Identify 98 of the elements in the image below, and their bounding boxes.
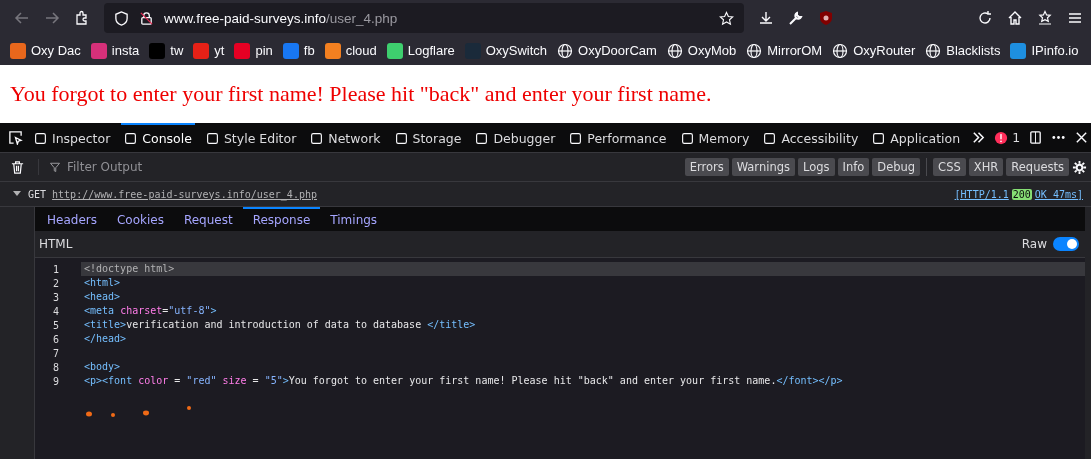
bookmark-item[interactable]: MirrorOM xyxy=(746,42,823,59)
bookmark-item[interactable]: Blacklists xyxy=(925,42,1001,59)
bookmark-item[interactable]: OxyMob xyxy=(666,42,737,59)
insecure-lock-icon xyxy=(139,10,154,26)
forward-icon[interactable] xyxy=(44,10,60,26)
devtools-tab[interactable]: Network xyxy=(307,123,384,152)
bookmark-item[interactable]: insta xyxy=(90,42,140,59)
address-bar[interactable]: www.free-paid-surveys.info/user_4.php xyxy=(104,3,744,33)
bookmark-item[interactable]: yt xyxy=(193,42,225,59)
filter-button[interactable]: Requests xyxy=(1006,158,1069,176)
raw-toggle[interactable] xyxy=(1053,237,1079,251)
home-icon[interactable] xyxy=(1007,10,1023,26)
bookmark-item[interactable]: cloud xyxy=(324,42,377,59)
back-icon[interactable] xyxy=(14,10,30,26)
request-url-link[interactable]: http://www.free-paid-surveys.info/user_4.php xyxy=(52,188,317,200)
detail-tab[interactable]: Headers xyxy=(37,207,107,231)
line-number: 9 xyxy=(51,375,59,387)
globe-icon xyxy=(746,42,763,59)
code-line: <p><font color = "red" size = "5">You forgot to enter your first name! Please hit "back" and enter your first name.</font></p> xyxy=(83,374,844,388)
devtools-tab[interactable]: Storage xyxy=(391,123,465,152)
devtools-tab[interactable]: Debugger xyxy=(472,123,559,152)
menu-icon[interactable] xyxy=(1067,10,1083,26)
http-protocol-link[interactable]: [HTTP/1.1 xyxy=(954,188,1009,200)
status-code: 200 xyxy=(1011,188,1032,200)
error-count[interactable]: 1 xyxy=(994,130,1021,145)
code-line: <body> xyxy=(83,360,122,374)
shield-icon xyxy=(114,10,129,26)
shield-extension-icon[interactable] xyxy=(818,10,834,26)
globe-icon xyxy=(925,42,942,59)
code-line: </head> xyxy=(83,332,128,346)
filter-button[interactable]: XHR xyxy=(968,158,1004,176)
square-icon xyxy=(124,132,138,145)
globe-icon xyxy=(666,42,683,59)
settings-icon[interactable] xyxy=(1072,159,1087,175)
detail-tab[interactable]: Timings xyxy=(320,207,388,231)
line-number: 5 xyxy=(51,319,59,331)
line-number: 1 xyxy=(51,263,59,275)
star-icon[interactable] xyxy=(719,10,734,26)
dock-icon[interactable] xyxy=(1028,130,1044,145)
response-type-label: HTML xyxy=(39,237,73,251)
globe-icon xyxy=(557,42,574,59)
line-number: 3 xyxy=(51,291,59,303)
code-line: <head> xyxy=(83,290,122,304)
bookmark-item[interactable]: OxySwitch xyxy=(464,42,548,59)
square-icon xyxy=(763,132,777,145)
devtools-tab[interactable]: Accessibility xyxy=(760,123,862,152)
puzzle-icon[interactable] xyxy=(74,10,90,26)
square-icon xyxy=(394,132,408,145)
bookmark-item[interactable]: IPinfo.io xyxy=(1010,42,1079,59)
square-icon xyxy=(310,132,324,145)
bookmark-item[interactable]: OxyRouter xyxy=(832,42,916,59)
request-method: GET xyxy=(28,188,47,200)
code-line: <html> xyxy=(83,276,122,290)
error-message: You forgot to enter your first name! Please hit "back" and enter your first name. xyxy=(10,81,712,107)
line-number: 2 xyxy=(51,277,59,289)
line-number: 6 xyxy=(51,333,59,345)
devtools-tab[interactable]: Application xyxy=(869,123,964,152)
line-number: 8 xyxy=(51,361,59,373)
filter-icon xyxy=(49,161,61,173)
wrench-icon[interactable] xyxy=(788,10,804,26)
bookmark-item[interactable]: Logflare xyxy=(386,42,455,59)
square-icon xyxy=(205,132,219,145)
chevrons-icon[interactable] xyxy=(971,130,987,145)
square-icon xyxy=(680,132,694,145)
square-icon xyxy=(34,132,47,145)
line-number: 7 xyxy=(51,347,59,359)
devtools-tab[interactable]: Inspector xyxy=(31,123,114,152)
bookmark-star-icon[interactable] xyxy=(1037,10,1053,26)
filter-button[interactable]: Warnings xyxy=(731,158,795,176)
devtools-tab[interactable]: Memory xyxy=(677,123,753,152)
filter-field[interactable]: Filter Output xyxy=(65,159,269,175)
download-icon[interactable] xyxy=(758,10,774,26)
detail-tab[interactable]: Cookies xyxy=(106,207,174,231)
filter-button[interactable]: Logs xyxy=(797,158,835,176)
status-text-link[interactable]: OK 47ms] xyxy=(1034,188,1083,200)
filter-button[interactable]: CSS xyxy=(933,158,966,176)
globe-icon xyxy=(832,42,849,59)
devtools-tab[interactable]: Performance xyxy=(566,123,670,152)
line-number: 4 xyxy=(51,305,59,317)
code-line: <meta charset="utf-8"> xyxy=(83,304,218,318)
square-icon xyxy=(872,132,886,145)
code-line: <title>verification and introduction of data to database </title> xyxy=(83,318,477,332)
raw-label: Raw xyxy=(1021,237,1047,251)
square-icon xyxy=(569,132,583,145)
filter-button[interactable]: Info xyxy=(837,158,870,176)
trash-icon[interactable] xyxy=(10,159,25,175)
pick-element-icon[interactable] xyxy=(8,130,23,145)
bookmark-item[interactable]: pin xyxy=(234,42,273,59)
detail-tab[interactable]: Request xyxy=(173,207,243,231)
bookmark-item[interactable]: tw xyxy=(149,42,184,59)
bookmark-item[interactable]: fb xyxy=(282,42,315,59)
devtools-tab[interactable]: Style Editor xyxy=(202,123,300,152)
reload-icon[interactable] xyxy=(977,10,993,26)
filter-button[interactable]: Errors xyxy=(684,158,729,176)
bookmark-item[interactable]: Oxy Dac xyxy=(10,42,81,59)
square-icon xyxy=(475,132,489,145)
filter-button[interactable]: Debug xyxy=(872,158,921,176)
bookmark-item[interactable]: OxyDoorCam xyxy=(557,42,657,59)
